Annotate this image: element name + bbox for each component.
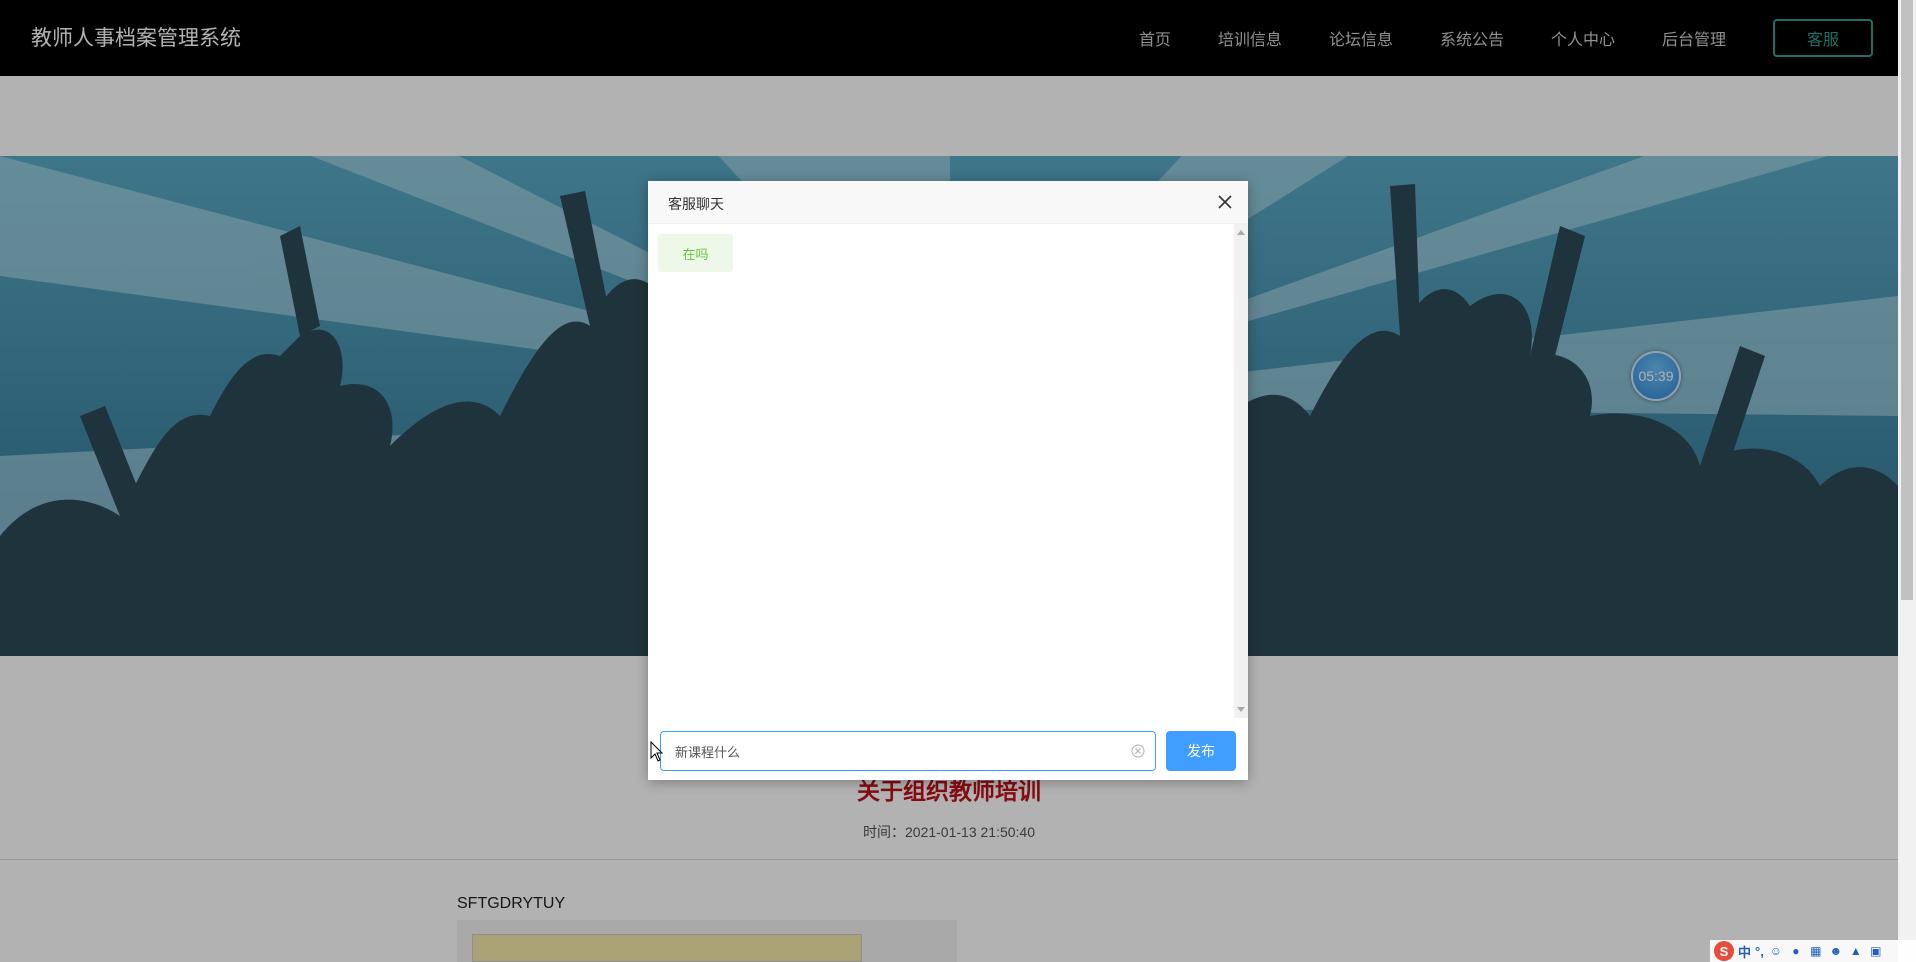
skin-icon[interactable]: ▲ bbox=[1848, 944, 1864, 958]
dialog-title: 客服聊天 bbox=[668, 196, 724, 212]
window-scrollbar-thumb[interactable] bbox=[1901, 0, 1913, 600]
scroll-up-icon[interactable] bbox=[1237, 230, 1245, 235]
chat-message: 在吗 bbox=[658, 234, 733, 272]
window-scrollbar[interactable] bbox=[1898, 0, 1916, 962]
clear-icon[interactable] bbox=[1131, 744, 1145, 758]
ime-mode-toggle[interactable]: 中 bbox=[1738, 942, 1751, 961]
ime-toolbar: S 中 °, ☺ ● ▦ ☻ ▲ ▣ bbox=[1710, 940, 1916, 962]
send-button[interactable]: 发布 bbox=[1166, 731, 1236, 771]
scroll-down-icon[interactable] bbox=[1237, 707, 1245, 712]
chat-message-area[interactable]: 在吗 bbox=[648, 224, 1248, 718]
ime-logo-icon[interactable]: S bbox=[1714, 941, 1734, 961]
chat-dialog: 客服聊天 在吗 发布 bbox=[648, 181, 1248, 780]
ime-punctuation-toggle[interactable]: °, bbox=[1755, 944, 1764, 959]
mouse-cursor-icon bbox=[650, 741, 664, 762]
keyboard-icon[interactable]: ▦ bbox=[1808, 944, 1824, 958]
dialog-header: 客服聊天 bbox=[648, 181, 1248, 224]
emoji-icon[interactable]: ☺ bbox=[1768, 944, 1784, 958]
message-input[interactable] bbox=[661, 732, 1121, 770]
grid-icon[interactable]: ▣ bbox=[1868, 944, 1884, 958]
user-icon[interactable]: ☻ bbox=[1828, 944, 1844, 958]
message-input-wrapper bbox=[660, 731, 1156, 771]
chat-scrollbar[interactable] bbox=[1234, 224, 1248, 718]
microphone-icon[interactable]: ● bbox=[1788, 944, 1804, 958]
close-icon[interactable] bbox=[1214, 191, 1236, 213]
